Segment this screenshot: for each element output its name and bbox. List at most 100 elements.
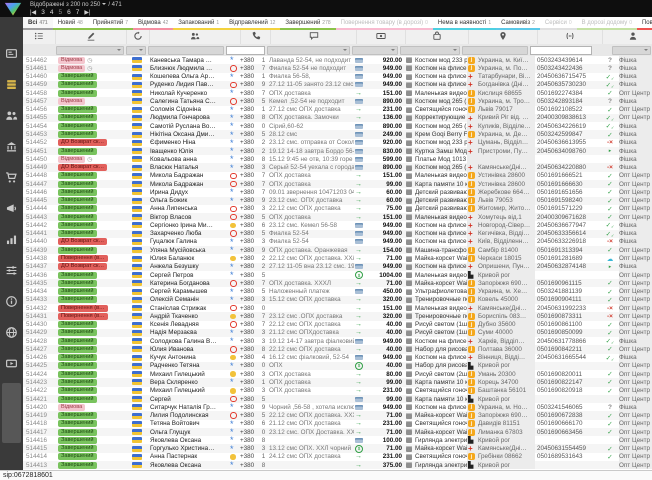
filter-dropdown[interactable] bbox=[56, 46, 124, 55]
sidebar-item-orders[interactable] bbox=[5, 78, 18, 91]
filter-input[interactable] bbox=[530, 46, 592, 55]
table-row[interactable]: 514433ЗавершенийОлексій Семанін*+380315.… bbox=[23, 296, 652, 304]
filter-dropdown[interactable] bbox=[400, 46, 460, 55]
track-status-cell: ▸ bbox=[601, 263, 619, 271]
table-row[interactable]: 514445ЗавершенийОльга Божик*+380923.12 с… bbox=[23, 197, 652, 205]
page-button-5[interactable]: 5 bbox=[58, 9, 62, 16]
column-header-product[interactable] bbox=[406, 30, 469, 44]
table-row[interactable]: 514434ЗавершенийСергей Карамышев*+3805На… bbox=[23, 287, 652, 295]
table-row[interactable]: 514438Повернення (в…Юлия Баланюк+380222.… bbox=[23, 254, 652, 262]
status-cell: Відмова◷ bbox=[58, 56, 128, 64]
filter-input[interactable] bbox=[226, 46, 265, 55]
table-row[interactable]: 514419ЗавершенийЛилия Подолинская+380522… bbox=[23, 411, 652, 419]
table-row[interactable]: 514422ЗавершенийМихаил Гилецький+3803ОПХ… bbox=[23, 387, 652, 395]
table-row[interactable]: 514458ЗавершенийНиколай Кучеренко*+3807О… bbox=[23, 89, 652, 97]
table-row[interactable]: 514453ЗавершенийНікітіна Оксана Дми…*+38… bbox=[23, 130, 652, 138]
tab-9[interactable]: Нема в наявності1 bbox=[433, 17, 496, 30]
table-row[interactable]: 514454ЗавершенийСамотій Руслана Во…*+380… bbox=[23, 122, 652, 130]
table-row[interactable]: 514423ЗавершенийВера Скляренко*+3801ОПХ … bbox=[23, 378, 652, 386]
table-row[interactable]: 514459ЗавершенийРуденко Лидия Пав…+38092… bbox=[23, 81, 652, 89]
tab-13[interactable]: Повернений0 bbox=[637, 17, 652, 30]
table-row[interactable]: 514449ДО Возврат ск…Власюк Наталья*+3803… bbox=[23, 163, 652, 171]
column-header-money[interactable] bbox=[357, 30, 406, 44]
table-row[interactable]: 514447ЗавершенийМикола Бадражан+3807ОПХ … bbox=[23, 180, 652, 188]
filter-dropdown[interactable] bbox=[148, 46, 224, 55]
tab-2[interactable]: Новий48 bbox=[53, 17, 88, 30]
table-row[interactable]: 514436ЗавершенийСергей Петров*+3805$1004… bbox=[23, 271, 652, 279]
table-row[interactable]: 514461Відмова◷Близнюк Людмила …+3807Фиал… bbox=[23, 64, 652, 72]
app-logo[interactable] bbox=[3, 1, 23, 16]
sidebar-item-bank[interactable] bbox=[5, 140, 18, 153]
column-header-sip[interactable] bbox=[538, 30, 603, 44]
table-row[interactable]: 514439ЗавершенийУляна Мусійовська*+3809О… bbox=[23, 246, 652, 254]
records-range[interactable]: Відображені з 200 по 250/ 471 bbox=[30, 2, 122, 8]
table-row[interactable]: 514430ЗавершенийКсенія Левадняя+380722.1… bbox=[23, 321, 652, 329]
table-row[interactable]: 514440ДО Возврат ск…Гуцалюк Галина*+3803… bbox=[23, 238, 652, 246]
table-row[interactable]: 514420ВідмоваСитарчук Наталія Гр…*+3809Ч… bbox=[23, 403, 652, 411]
table-row[interactable]: 514425ЗавершенийРадченко Тетяна*+3800ОПХ… bbox=[23, 362, 652, 370]
tracking-number: 0503242599847 bbox=[535, 130, 601, 138]
table-row[interactable]: 514455ЗавершенийЛюдмила Гончарова*+3808О… bbox=[23, 114, 652, 122]
filter-dropdown[interactable] bbox=[612, 46, 651, 55]
table-row[interactable]: 514421ЗавершенийСергей+380599.00Карта па… bbox=[23, 395, 652, 403]
table-row[interactable]: 514450Відмова◷Ковальова анна*+380815.12 … bbox=[23, 155, 652, 163]
page-button-3[interactable]: 3 bbox=[41, 9, 45, 16]
table-row[interactable]: 514441ЗавершенийЗахарченко Люба+3805Фиал… bbox=[23, 230, 652, 238]
table-row[interactable]: 514424ЗавершенийМихаил Гилецький+3803ОПХ… bbox=[23, 370, 652, 378]
sidebar-scrollbar[interactable] bbox=[2, 383, 21, 443]
client-name: Михаил Гилецький bbox=[150, 387, 228, 395]
sidebar-item-sliders[interactable] bbox=[5, 264, 18, 277]
table-row[interactable]: 514416ЗавершенийЯковлева Оксана*+3808100… bbox=[23, 436, 652, 444]
table-row[interactable]: 514426ЗавершенийКучук Антонина+380416.12… bbox=[23, 354, 652, 362]
table-row[interactable]: 514462Відмова◷Каневська Тамара …*+3801Ла… bbox=[23, 56, 652, 64]
page-button-7[interactable]: 7 bbox=[76, 9, 80, 16]
column-header-user[interactable] bbox=[603, 30, 652, 44]
sidebar-item-globe[interactable] bbox=[5, 326, 18, 339]
sidebar-item-info[interactable] bbox=[5, 295, 18, 308]
sidebar-item-cart[interactable] bbox=[5, 171, 18, 184]
table-row[interactable]: 514446ЗавершенийИрина Дидух*+380709.01 з… bbox=[23, 188, 652, 196]
sidebar-item-video[interactable] bbox=[5, 357, 18, 370]
table-row[interactable]: 514413ЗавершенийЯковлева Оксана*+3808→37… bbox=[23, 461, 652, 469]
table-row[interactable]: 514456ЗавершенийСоломія Сідоніна*+380127… bbox=[23, 106, 652, 114]
sidebar-item-dashboard[interactable] bbox=[5, 47, 18, 60]
column-header-edit[interactable] bbox=[56, 30, 127, 44]
filter-dropdown[interactable] bbox=[267, 46, 350, 55]
table-row[interactable]: 514444ЗавершенийАнна Липенська+380322.12… bbox=[23, 205, 652, 213]
table-row[interactable]: 514460ЗавершенийКошелева Ольга Ар…*+3801… bbox=[23, 73, 652, 81]
table-row[interactable]: 514442ЗавершенийСергіонко Ірина Ми…+3806… bbox=[23, 221, 652, 229]
table-row[interactable]: 514427ЗавершенийЮлия Иванова+380822.12 с… bbox=[23, 345, 652, 353]
table-row[interactable]: 514443ЗавершенийВіктор Власов+3805ОПХ до… bbox=[23, 213, 652, 221]
first-page-icon[interactable]: |◀ bbox=[30, 9, 36, 16]
filter-dropdown[interactable] bbox=[126, 46, 146, 55]
table-row[interactable]: 514417ЗавершенийОльга Глущук*+380023.12 … bbox=[23, 428, 652, 436]
table-row[interactable]: 514432Повернення (в…Станіслав Стрижак+38… bbox=[23, 304, 652, 312]
table-row[interactable]: 514457ВідмоваСалегина Татьяна С…+3805Кем… bbox=[23, 97, 652, 105]
column-header-pin[interactable] bbox=[469, 30, 538, 44]
table-row[interactable]: 514428ЗавершенийСолодкова Галина В…*+380… bbox=[23, 337, 652, 345]
table-row[interactable]: 514431Повернення (в…Андрій Ткаченко+3807… bbox=[23, 312, 652, 320]
table-row[interactable]: 514451ЗавершенийІващенко Юлія*+380219.12… bbox=[23, 147, 652, 155]
table-row[interactable]: 514452ДО Возврат ск…Єфименко Ніна*+38022… bbox=[23, 139, 652, 147]
column-header-list[interactable] bbox=[23, 30, 56, 44]
column-header-chat[interactable] bbox=[271, 30, 357, 44]
last-page-icon[interactable]: ▶| bbox=[84, 9, 90, 16]
column-header-refresh[interactable] bbox=[127, 30, 150, 44]
sidebar-item-chart[interactable] bbox=[5, 233, 18, 246]
filter-dropdown[interactable] bbox=[462, 46, 528, 55]
sidebar-item-users[interactable] bbox=[5, 109, 18, 122]
column-header-phone[interactable] bbox=[241, 30, 271, 44]
table-row[interactable]: 514435ЗавершенийКатерина Богданова+3807О… bbox=[23, 279, 652, 287]
filter-dropdown[interactable] bbox=[352, 46, 398, 55]
column-header-users[interactable] bbox=[150, 30, 241, 44]
table-row[interactable]: 514448ЗавершенийМикола Бадражан+3807ОПХ … bbox=[23, 172, 652, 180]
table-row[interactable]: 514418ЗавершенийТетяна Войтович*+380621.… bbox=[23, 420, 652, 428]
page-button-4[interactable]: 4 bbox=[50, 9, 54, 16]
page-button-6[interactable]: 6 bbox=[67, 9, 71, 16]
sidebar-item-megaphone[interactable] bbox=[5, 202, 18, 215]
table-row[interactable]: 514437ДО Возврат ск…Анжела Безушку*+3802… bbox=[23, 263, 652, 271]
table-row[interactable]: 514429ЗавершенийНадія Мерзаєва*+380321.1… bbox=[23, 329, 652, 337]
table-row[interactable]: 514415ЗавершенийГоргулько Христина…*+380… bbox=[23, 444, 652, 452]
source-cell bbox=[228, 81, 240, 89]
table-row[interactable]: 514414ЗавершенийАнна Пастернак+380124.12… bbox=[23, 453, 652, 461]
